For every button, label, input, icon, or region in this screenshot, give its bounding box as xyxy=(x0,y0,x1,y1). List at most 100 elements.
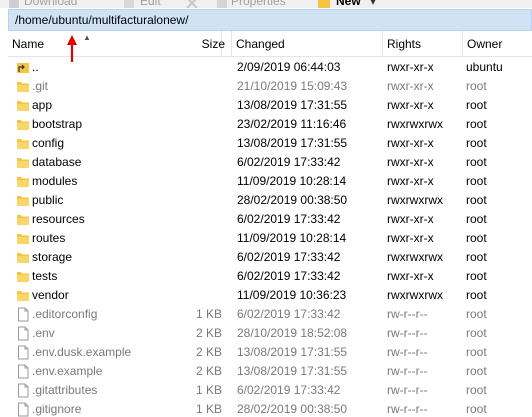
file-owner: root xyxy=(466,307,487,321)
file-owner: root xyxy=(466,79,487,93)
toolbar-download-button[interactable]: Download xyxy=(24,0,77,8)
folder-icon xyxy=(17,158,29,168)
file-owner: root xyxy=(466,117,487,131)
chevron-down-icon[interactable]: ▾ xyxy=(370,0,376,8)
file-owner: root xyxy=(466,364,487,378)
toolbar-new-button[interactable]: New xyxy=(336,0,361,8)
file-row[interactable]: .env 2 KB 28/10/2019 18:52:08 rw-r--r-- root xyxy=(8,324,532,343)
file-size xyxy=(178,79,222,94)
file-row[interactable]: resources 6/02/2019 17:33:42 rwxr-xr-x root xyxy=(8,210,532,229)
file-size xyxy=(178,288,222,303)
file-changed: 2/09/2019 06:44:03 xyxy=(237,60,341,74)
new-folder-icon[interactable] xyxy=(318,0,330,8)
file-name: .git xyxy=(32,79,49,93)
file-size xyxy=(178,250,222,265)
file-row[interactable]: public 28/02/2019 00:38:50 rwxrwxrwx root xyxy=(8,191,532,210)
file-owner: root xyxy=(466,136,487,150)
file-changed: 13/08/2019 17:31:55 xyxy=(237,136,348,150)
file-rights: rwxr-xr-x xyxy=(387,79,434,93)
file-row[interactable]: .editorconfig 1 KB 6/02/2019 17:33:42 rw-r-… xyxy=(8,305,532,324)
file-row[interactable]: storage 6/02/2019 17:33:42 rwxrwxrwx root xyxy=(8,248,532,267)
file-row[interactable]: routes 11/09/2019 10:28:14 rwxr-xr-x root xyxy=(8,229,532,248)
column-header-changed[interactable]: Changed xyxy=(232,31,383,57)
file-rights: rwxrwxrwx xyxy=(387,250,443,264)
file-changed: 6/02/2019 17:33:42 xyxy=(237,269,341,283)
file-icon xyxy=(18,345,29,360)
file-size xyxy=(178,212,222,227)
folder-icon xyxy=(17,215,29,225)
edit-icon[interactable] xyxy=(123,0,135,8)
file-size xyxy=(178,155,222,170)
file-row[interactable]: .env.dusk.example 2 KB 13/08/2019 17:31:55… xyxy=(8,343,532,362)
file-name: .gitattributes xyxy=(32,383,98,397)
file-owner: root xyxy=(466,326,487,340)
toolbar-edit-button[interactable]: Edit xyxy=(140,0,161,8)
column-header-rights-label: Rights xyxy=(387,37,422,51)
file-size xyxy=(178,117,222,132)
toolbar-properties-button[interactable]: Properties xyxy=(231,0,286,8)
file-rights: rwxr-xr-x xyxy=(387,212,434,226)
properties-icon[interactable] xyxy=(216,0,228,8)
file-row[interactable]: tests 6/02/2019 17:33:42 rwxr-xr-x root xyxy=(8,267,532,286)
file-size: 1 KB xyxy=(195,383,222,397)
file-rights: rw-r--r-- xyxy=(387,307,428,321)
column-header-owner[interactable]: Owner xyxy=(463,31,532,57)
file-size xyxy=(178,231,222,246)
file-changed: 11/09/2019 10:28:14 xyxy=(237,231,347,245)
file-rights: rwxr-xr-x xyxy=(387,231,434,245)
file-name: storage xyxy=(32,250,73,264)
file-changed: 11/09/2019 10:36:23 xyxy=(237,288,347,302)
file-rights: rwxr-xr-x xyxy=(387,155,434,169)
file-name: tests xyxy=(32,269,58,283)
file-name: database xyxy=(32,155,82,169)
file-row[interactable]: app 13/08/2019 17:31:55 rwxr-xr-x root xyxy=(8,96,532,115)
file-size: 2 KB xyxy=(195,364,222,378)
download-icon[interactable] xyxy=(8,0,20,8)
path-bar[interactable]: /home/ubuntu/multifacturalonew/ xyxy=(8,9,532,31)
file-name: resources xyxy=(32,212,85,226)
file-size: 2 KB xyxy=(195,326,222,340)
file-row[interactable]: .gitignore 1 KB 28/02/2019 00:38:50 rw-r--r… xyxy=(8,400,532,417)
file-rights: rwxr-xr-x xyxy=(387,136,434,150)
parent-directory-icon xyxy=(17,63,29,73)
folder-icon xyxy=(17,291,29,301)
file-row[interactable]: .. 2/09/2019 06:44:03 rwxr-xr-x ubuntu xyxy=(8,58,532,77)
file-name: .gitignore xyxy=(32,402,82,416)
file-name: config xyxy=(32,136,65,150)
file-row[interactable]: config 13/08/2019 17:31:55 rwxr-xr-x root xyxy=(8,134,532,153)
column-header-name-label: Name xyxy=(12,37,45,51)
toolbar: Download Edit Properties New ▾ xyxy=(0,0,532,8)
current-path[interactable]: /home/ubuntu/multifacturalonew/ xyxy=(15,13,188,27)
file-owner: root xyxy=(466,288,487,302)
delete-icon[interactable] xyxy=(186,0,198,8)
file-rights: rw-r--r-- xyxy=(387,402,428,416)
file-row[interactable]: .gitattributes 1 KB 6/02/2019 17:33:42 rw-r… xyxy=(8,381,532,400)
file-row[interactable]: .git 21/10/2019 15:09:43 rwxr-xr-x root xyxy=(8,77,532,96)
file-changed: 13/08/2019 17:31:55 xyxy=(237,345,348,359)
folder-icon xyxy=(17,272,29,282)
column-header-rights[interactable]: Rights xyxy=(383,31,463,57)
file-row[interactable]: vendor 11/09/2019 10:36:23 rwxrwxrwx root xyxy=(8,286,532,305)
file-name: routes xyxy=(32,231,66,245)
file-icon xyxy=(18,364,29,379)
file-rights: rwxr-xr-x xyxy=(387,98,434,112)
annotation-arrow-icon xyxy=(67,35,77,62)
file-name: .editorconfig xyxy=(32,307,98,321)
column-header-size[interactable]: Size xyxy=(178,31,232,57)
file-rights: rw-r--r-- xyxy=(387,345,428,359)
file-row[interactable]: database 6/02/2019 17:33:42 rwxr-xr-x root xyxy=(8,153,532,172)
file-size xyxy=(178,193,222,208)
folder-icon xyxy=(17,101,29,111)
file-icon xyxy=(18,326,29,341)
file-row[interactable]: bootstrap 23/02/2019 11:16:46 rwxrwxrwx roo… xyxy=(8,115,532,134)
file-size xyxy=(178,174,222,189)
folder-icon xyxy=(17,177,29,187)
file-owner: root xyxy=(466,250,487,264)
file-row[interactable]: .env.example 2 KB 13/08/2019 17:31:55 rw-r-… xyxy=(8,362,532,381)
file-row[interactable]: modules 11/09/2019 10:28:14 rwxr-xr-x root xyxy=(8,172,532,191)
file-rights: rwxr-xr-x xyxy=(387,269,434,283)
file-rights: rw-r--r-- xyxy=(387,364,428,378)
file-name: app xyxy=(32,98,53,112)
file-name: modules xyxy=(32,174,78,188)
file-changed: 6/02/2019 17:33:42 xyxy=(237,383,341,397)
